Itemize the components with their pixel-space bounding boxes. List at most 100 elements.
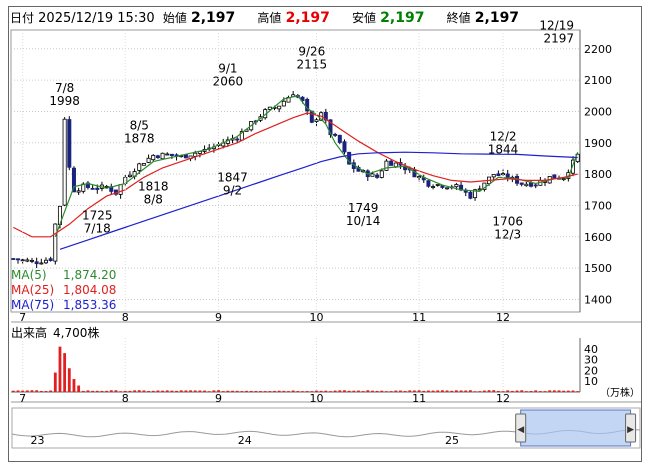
volume-bar (189, 390, 192, 392)
volume-bar (16, 390, 20, 392)
candle-body (454, 184, 459, 188)
volume-bar (109, 390, 113, 392)
price-tick-label: 1700 (584, 199, 612, 212)
volume-bar (422, 390, 426, 392)
volume-bar (473, 391, 477, 392)
volume-bar (566, 390, 570, 392)
month-tick-label-volume: 12 (496, 392, 510, 405)
ma25-label: MA(25) (11, 283, 55, 297)
candle-body (67, 119, 72, 168)
volume-bar (445, 390, 449, 392)
month-tick-label: 10 (309, 311, 323, 324)
month-tick-label-volume: 8 (122, 392, 129, 405)
candle-body (561, 178, 566, 181)
volume-bar (291, 390, 295, 392)
month-tick-label-volume: 7 (19, 392, 26, 405)
candle-body (118, 184, 123, 195)
volume-bar (441, 390, 444, 392)
volume-bar (366, 390, 370, 392)
volume-bar (277, 390, 281, 392)
stock-chart-svg: 1400 1500 1600 1700 1800 1900 2000 2100 2200 7/8… (10, 19, 641, 449)
volume-bar (305, 391, 309, 392)
volume-bar (114, 390, 118, 392)
candle-body (524, 183, 529, 187)
volume-bar (571, 390, 575, 392)
volume-bar (333, 390, 337, 392)
volume-bar (165, 390, 169, 392)
candle-body (519, 182, 524, 185)
candle-body (426, 180, 431, 187)
candle-body (76, 190, 81, 193)
ma25-value: 1,804.08 (63, 283, 117, 297)
volume-bar (175, 390, 178, 392)
volume-bar (44, 391, 48, 392)
volume-bar (548, 390, 552, 392)
volume-bar (371, 390, 374, 392)
volume-bar (81, 390, 85, 392)
volume-bar (221, 391, 225, 392)
month-tick-label: 9 (215, 311, 222, 324)
volume-bar (520, 390, 524, 392)
ma75-value: 1,853.36 (63, 298, 117, 312)
volume-bar (538, 391, 542, 392)
candle-body (90, 187, 95, 190)
price-tick-label: 2100 (584, 74, 612, 87)
candle-body (53, 223, 58, 262)
candle-body (169, 153, 174, 156)
candle-body (15, 258, 20, 261)
candle-body (160, 152, 165, 160)
ma75-legend: MA(75) 1,853.36 (11, 298, 116, 313)
volume-bar (77, 385, 81, 392)
month-tick-label-volume: 9 (215, 392, 222, 405)
candle-body (496, 173, 501, 176)
annotation-date: 9/2 (223, 183, 242, 197)
annotation-date: 9/1 (218, 62, 237, 76)
annotation-date: 7/8 (55, 81, 74, 95)
volume-bar (431, 390, 435, 392)
candle-body (333, 133, 338, 136)
month-tick-label: 11 (412, 311, 426, 324)
volume-bar (455, 390, 458, 392)
candle-body (29, 259, 34, 262)
candle-body (529, 182, 534, 187)
volume-bar (119, 391, 123, 392)
ma-legend: MA(5) 1,874.20 MA(25) 1,804.08 MA(75) 1,853… (11, 268, 116, 313)
volume-bar (403, 391, 407, 392)
candle-body (34, 261, 39, 265)
volume-bar (100, 390, 104, 392)
price-tick-label: 1400 (584, 293, 612, 306)
navigator-year-label: 24 (238, 434, 252, 447)
ma25-legend: MA(25) 1,804.08 (11, 283, 116, 298)
volume-bar (53, 372, 57, 392)
volume-bar (357, 390, 360, 392)
month-tick-label-volume: 10 (309, 392, 323, 405)
candle-body (193, 152, 198, 157)
volume-bar (231, 390, 234, 392)
volume-bar (268, 391, 272, 392)
ma5-legend: MA(5) 1,874.20 (11, 268, 116, 283)
volume-unit: （万株） (600, 388, 640, 399)
volume-bar (301, 391, 304, 392)
navigator-year-label: 23 (31, 434, 45, 447)
volume-bar (524, 391, 528, 392)
candle-body (43, 259, 48, 264)
annotation-date: 12/3 (494, 228, 521, 242)
volume-bar (11, 390, 15, 392)
candle-body (25, 259, 30, 262)
volume-bar (375, 390, 379, 392)
volume-bar (259, 391, 262, 392)
annotation-value: 2197 (543, 32, 574, 46)
volume-bar (86, 390, 90, 392)
annotation-date: 8/5 (130, 119, 149, 133)
volume-bar (389, 391, 393, 392)
navigator-handle-left-glyph: ◀ (517, 425, 524, 435)
navigator-window (520, 409, 632, 447)
volume-bar (49, 390, 53, 392)
candle-body (235, 138, 240, 141)
volume-bar (142, 390, 146, 392)
range-navigator[interactable]: 23 24 25 ◀ ▶ (11, 407, 641, 449)
volume-bar (399, 390, 402, 392)
volume-bar (263, 391, 267, 392)
volume-bar (562, 390, 566, 392)
volume-bar (273, 390, 276, 392)
